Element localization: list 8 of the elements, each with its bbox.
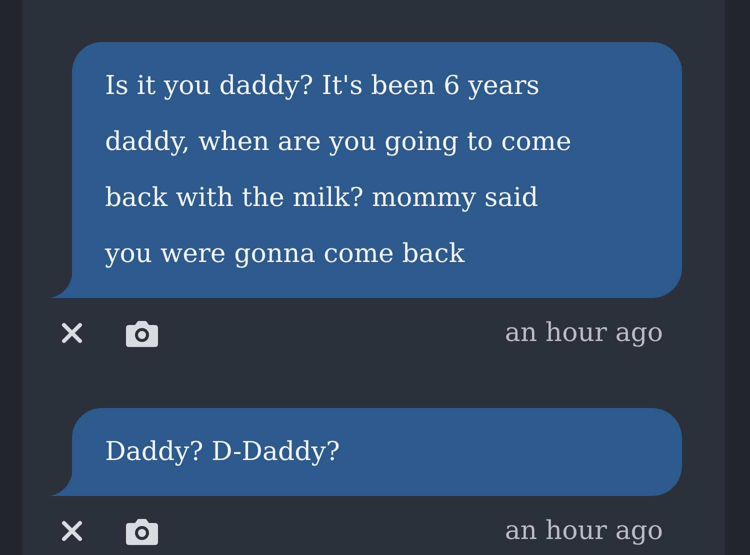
close-icon[interactable] [61, 322, 83, 344]
timestamp: an hour ago [504, 318, 663, 348]
message-text: Daddy? D-Daddy? [105, 437, 340, 467]
camera-icon[interactable] [125, 319, 159, 347]
timestamp: an hour ago [504, 516, 663, 546]
message-text: Is it you daddy? It's been 6 years daddy, when are you going to come back with the milk? mommy said you were gonna come back [105, 71, 572, 269]
camera-icon[interactable] [125, 517, 159, 545]
close-icon[interactable] [61, 520, 83, 542]
